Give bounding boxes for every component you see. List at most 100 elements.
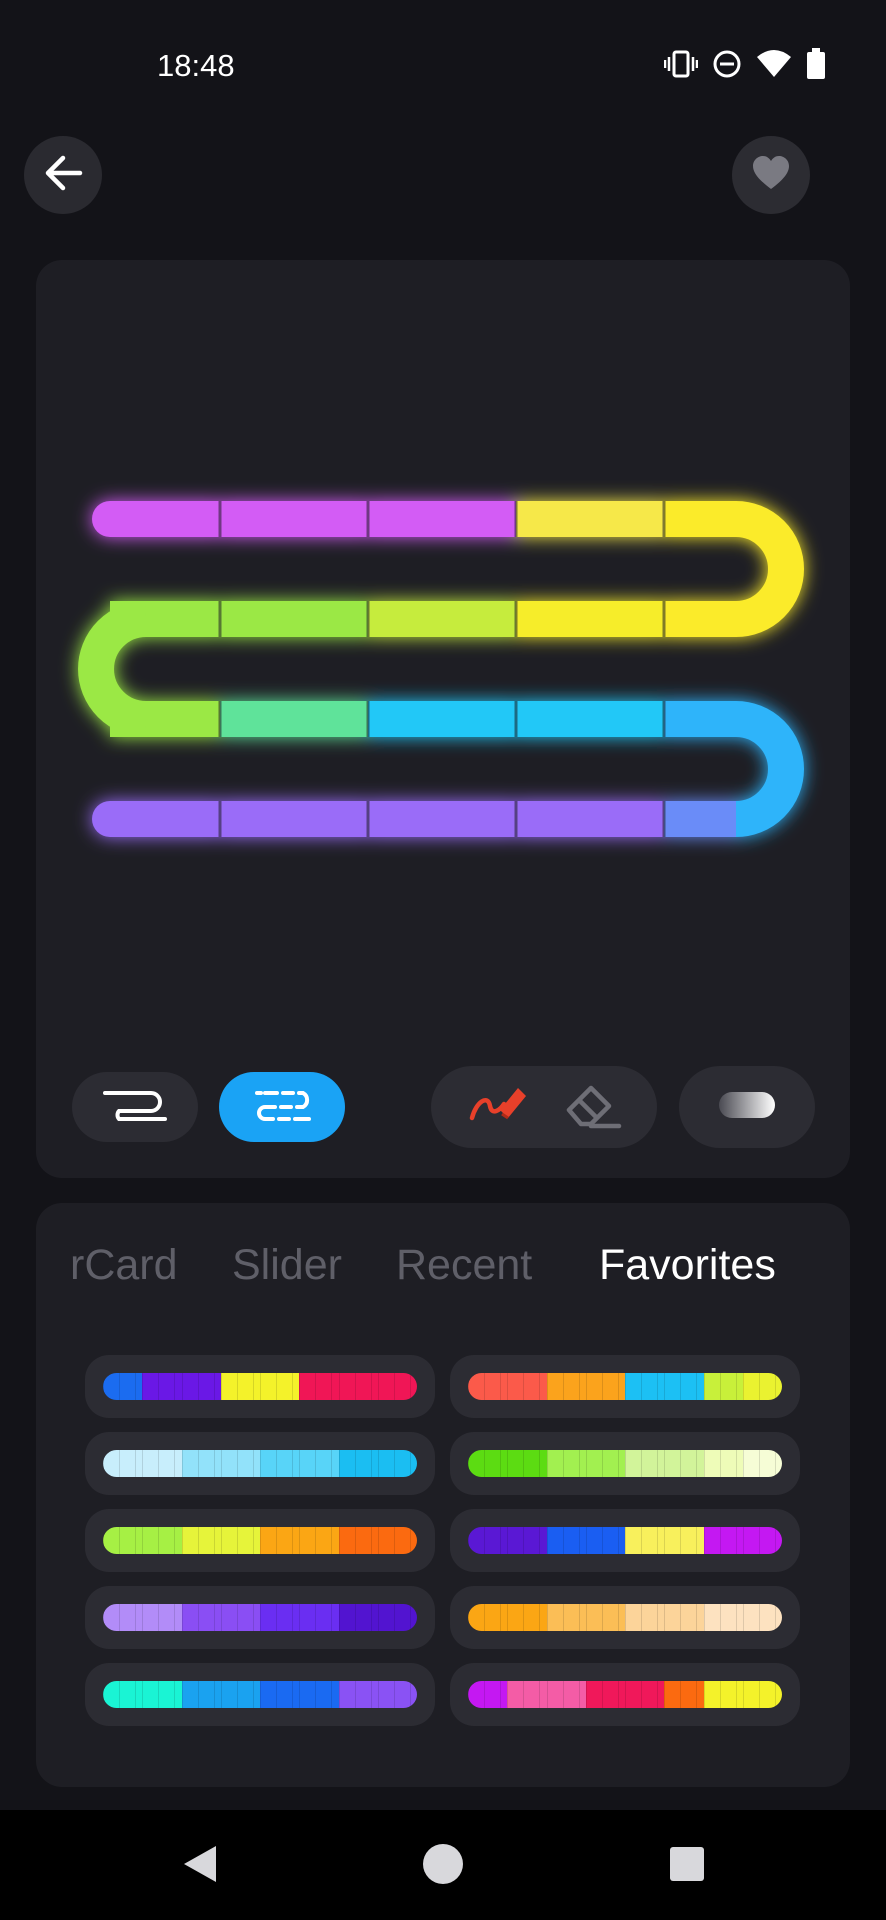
palette-swatch[interactable] [85,1509,435,1572]
palette-swatch-segment [703,1604,744,1631]
palette-swatch-bar [103,1527,417,1554]
palette-swatch[interactable] [85,1663,435,1726]
palette-swatch[interactable] [85,1432,435,1495]
palette-swatch-segment [585,1527,626,1554]
palette-swatch-segment [299,1681,339,1708]
palette-swatch-segment [546,1527,587,1554]
nav-home-button[interactable] [413,1838,473,1894]
palette-swatch-bar [468,1527,782,1554]
palette-swatch-segment [625,1450,665,1477]
palette-swatch[interactable] [450,1509,800,1572]
palette-swatch-bar [103,1681,417,1708]
palette-swatch-segment [338,1450,379,1477]
nav-back-icon [180,1842,220,1891]
palette-card: rCard Slider Recent Favorites [36,1203,850,1787]
palette-swatch-segment [546,1450,587,1477]
palette-swatch-segment [664,1527,704,1554]
back-button[interactable] [24,136,102,214]
palette-swatch-segment [377,1527,417,1554]
palette-swatch-segment [625,1527,665,1554]
palette-swatch-segment [742,1450,782,1477]
palette-swatch-segment [507,1527,547,1554]
palette-swatch[interactable] [450,1355,800,1418]
favorite-button[interactable] [732,136,810,214]
brush-icon[interactable] [466,1080,528,1135]
palette-swatch-bar [468,1681,782,1708]
tab-favorites[interactable]: Favorites [599,1241,776,1290]
palette-swatch-segment [507,1373,547,1400]
nav-home-icon [421,1842,465,1891]
gradient-toggle-button[interactable] [679,1066,815,1148]
palette-swatch[interactable] [450,1432,800,1495]
palette-swatch-segment [103,1450,143,1477]
palette-swatch-segment [377,1373,417,1400]
palette-swatch-segment [468,1681,508,1708]
palette-swatch-segment [142,1527,182,1554]
palette-swatch-segment [299,1373,339,1400]
palette-swatch-segment [299,1450,339,1477]
nav-recents-button[interactable] [657,1838,717,1894]
nav-back-button[interactable] [170,1838,230,1894]
preview-card [36,260,850,1178]
palette-swatch-segment [742,1373,782,1400]
palette-swatch-segment [625,1681,665,1708]
palette-swatch-segment [338,1527,379,1554]
status-time: 18:48 [157,48,235,83]
palette-swatch-segment [142,1373,182,1400]
palette-swatch-segment [742,1527,782,1554]
palette-swatch-segment [299,1604,339,1631]
palette-swatch-bar [103,1450,417,1477]
segment-mode-button[interactable] [219,1072,345,1142]
palette-swatch-bar [468,1604,782,1631]
palette-swatch-segment [220,1604,261,1631]
palette-swatch-segment [181,1450,222,1477]
palette-swatch-segment [377,1450,417,1477]
palette-swatch-segment [585,1373,626,1400]
palette-swatch-segment [377,1604,417,1631]
tab-recent[interactable]: Recent [396,1241,532,1290]
palette-swatch[interactable] [85,1586,435,1649]
palette-swatch-segment [142,1450,182,1477]
palette-swatch-segment [546,1373,587,1400]
palette-swatch-segment [703,1681,744,1708]
arrow-left-icon [43,155,83,196]
palette-swatch-segment [377,1681,417,1708]
gradient-toggle-icon [717,1090,777,1125]
palette-swatch-segment [507,1450,547,1477]
tab-slider[interactable]: Slider [232,1241,342,1290]
palette-swatch-bar [103,1604,417,1631]
palette-swatch-segment [338,1604,379,1631]
palette-swatch-segment [103,1681,143,1708]
palette-swatch[interactable] [450,1586,800,1649]
light-strip-preview[interactable] [36,260,850,1040]
palette-swatch-segment [260,1527,300,1554]
palette-swatch-segment [585,1604,626,1631]
palette-swatch-segment [664,1450,704,1477]
palette-swatch-segment [703,1373,744,1400]
palette-swatch[interactable] [450,1663,800,1726]
palette-swatch-segment [468,1373,508,1400]
vibrate-icon [664,49,698,79]
palette-tabs: rCard Slider Recent Favorites [36,1241,850,1301]
palette-swatch-segment [181,1373,222,1400]
palette-swatch-segment [260,1373,300,1400]
palette-swatch-segment [103,1527,143,1554]
palette-swatch-segment [142,1681,182,1708]
palette-swatch[interactable] [85,1355,435,1418]
palette-swatch-segment [546,1604,587,1631]
strip-turn [735,501,804,637]
palette-swatch-segment [664,1373,704,1400]
paint-tools [431,1066,657,1148]
serpentine-mode-button[interactable] [72,1072,198,1142]
palette-swatch-segment [181,1604,222,1631]
palette-swatch-segment [625,1604,665,1631]
nav-recents-icon [667,1844,707,1889]
status-icons [664,48,826,80]
palette-swatch-segment [260,1681,300,1708]
palette-swatch-segment [338,1681,379,1708]
eraser-icon[interactable] [561,1080,623,1135]
palette-swatch-segment [103,1373,143,1400]
strip-turn [78,601,147,737]
serpentine-icon [101,1087,169,1128]
tab-rcard[interactable]: rCard [70,1241,178,1290]
